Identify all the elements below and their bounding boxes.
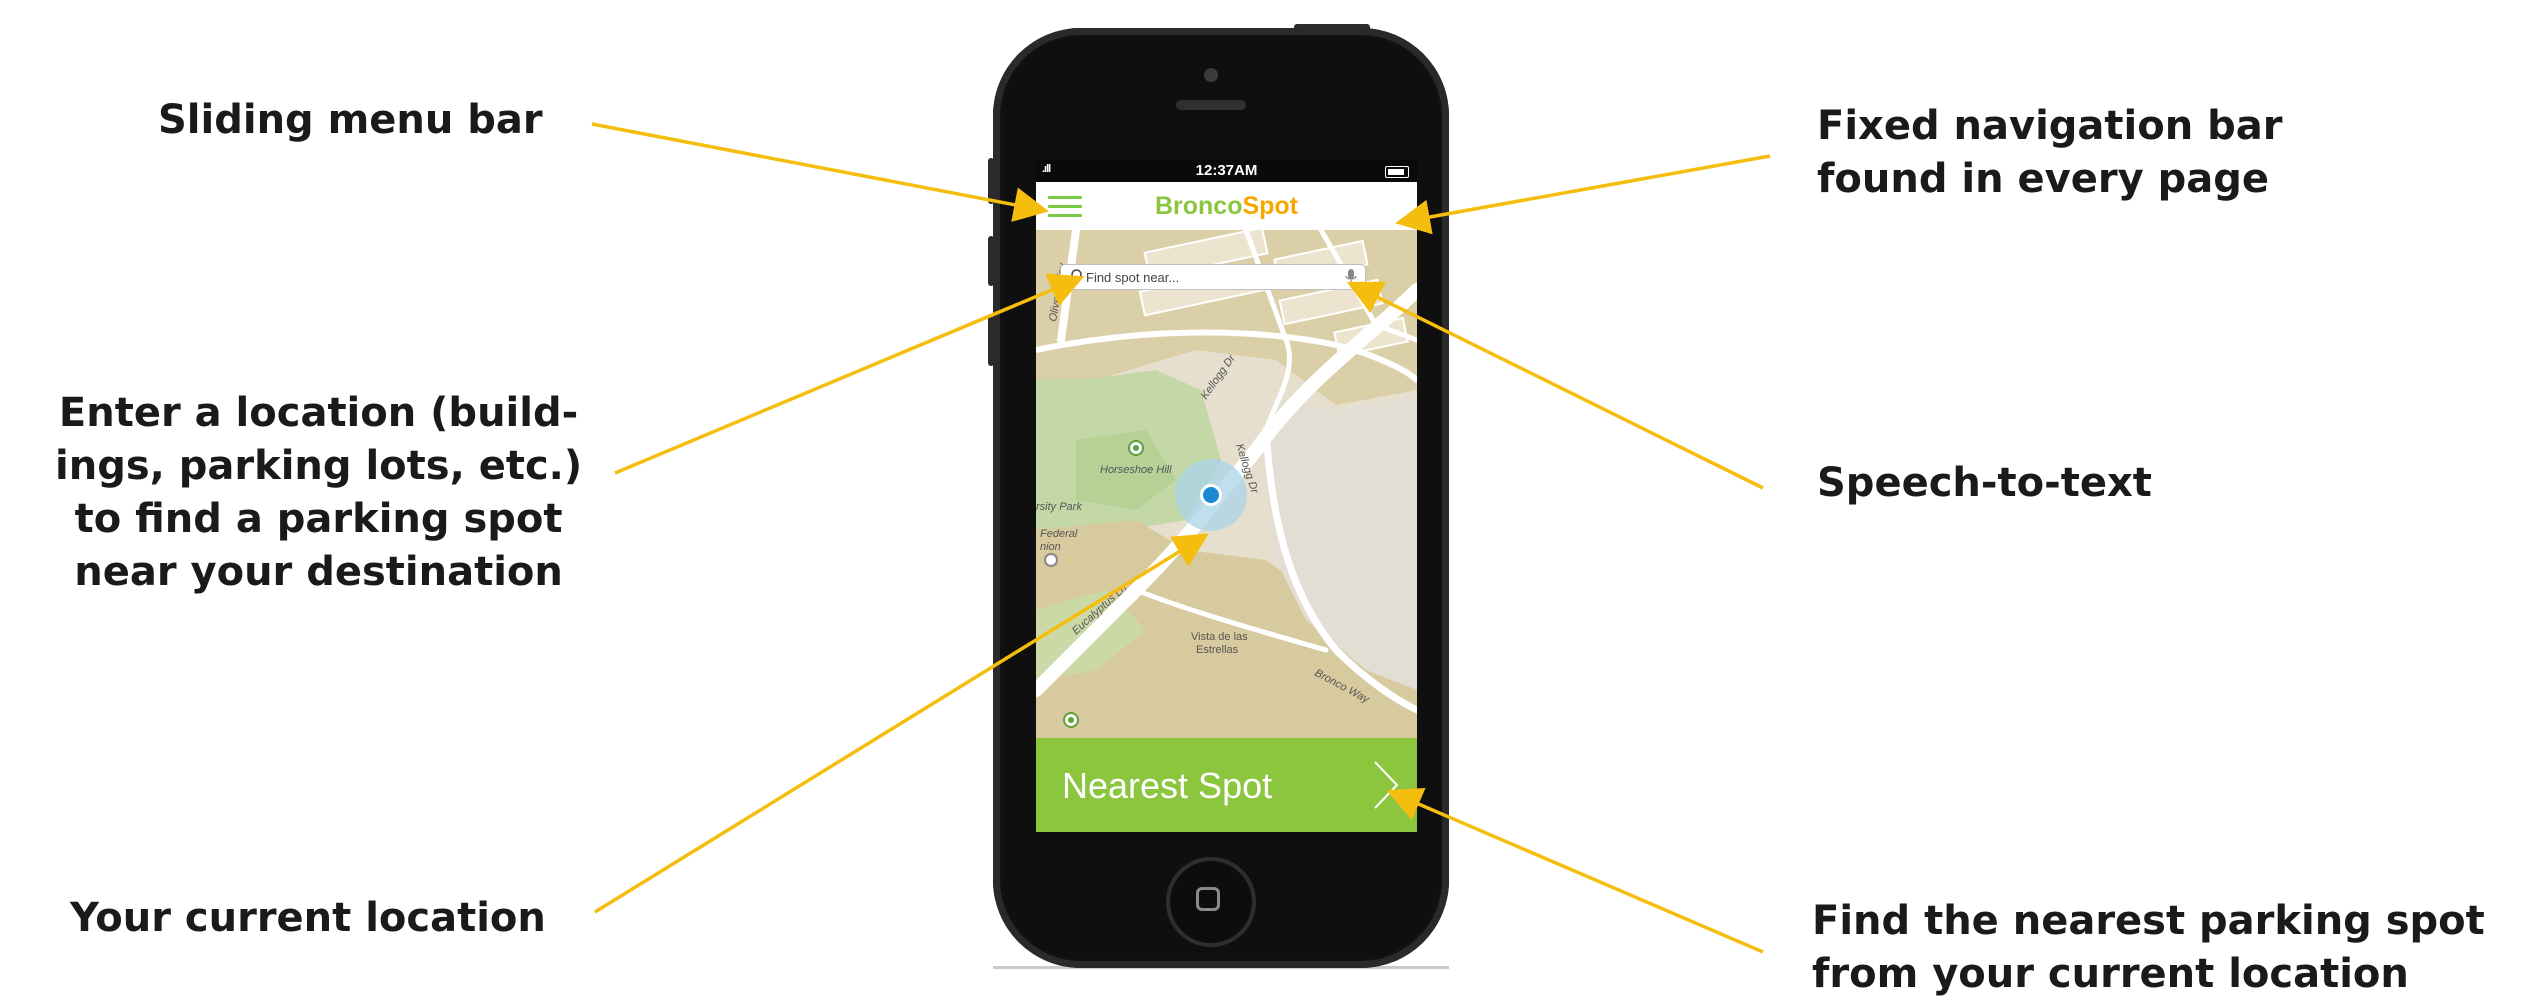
app-screen: .ıll 12:37AM Olive L Way Kellogg Dr Kell… xyxy=(1036,160,1417,832)
camera-icon xyxy=(1204,68,1218,82)
map-canvas[interactable]: Olive L Way Kellogg Dr Kellogg Dr Horses… xyxy=(1036,230,1417,738)
callout-nearest-spot: Find the nearest parking spot from your … xyxy=(1812,898,2485,997)
callout-enter-location: Enter a location (build- ings, parking l… xyxy=(55,390,583,595)
map-label-horseshoe-hill: Horseshoe Hill xyxy=(1100,464,1172,476)
search-icon xyxy=(1068,269,1082,283)
map-label-federal: Federal xyxy=(1040,528,1078,540)
map-label-vista-1: Vista de las xyxy=(1191,631,1248,643)
chevron-right-icon xyxy=(1374,761,1399,809)
app-logo: BroncoSpot xyxy=(1036,192,1417,221)
home-button[interactable] xyxy=(1166,857,1256,947)
map-label-union: nion xyxy=(1040,541,1061,553)
arrow-sliding-menu xyxy=(591,122,1049,222)
status-time: 12:37AM xyxy=(1195,162,1258,179)
map-view[interactable]: Olive L Way Kellogg Dr Kellogg Dr Horses… xyxy=(1036,230,1417,738)
callout-current-location: Your current location xyxy=(70,895,546,941)
map-label-university-park: rsity Park xyxy=(1036,501,1082,513)
callout-nav-bar: Fixed navigation bar found in every page xyxy=(1817,103,2283,202)
search-input[interactable] xyxy=(1086,267,1326,287)
home-square-icon xyxy=(1196,887,1220,911)
logo-bronco: Bronco xyxy=(1154,192,1243,220)
speaker-grille xyxy=(1176,100,1246,110)
battery-icon xyxy=(1385,166,1409,178)
callout-sliding-menu: Sliding menu bar xyxy=(158,97,543,143)
arrow-nav-bar xyxy=(1395,154,1771,235)
map-label-vista-2: Estrellas xyxy=(1196,644,1239,656)
search-bar[interactable] xyxy=(1060,264,1366,290)
microphone-icon[interactable] xyxy=(1345,268,1357,286)
nearest-spot-label: Nearest Spot xyxy=(1062,765,1273,806)
nearest-spot-button[interactable]: Nearest Spot xyxy=(1036,738,1417,832)
status-bar: .ıll 12:37AM xyxy=(1036,160,1417,182)
callout-speech-to-text: Speech-to-text xyxy=(1817,460,2152,506)
navigation-bar: BroncoSpot xyxy=(1036,182,1417,230)
logo-spot: Spot xyxy=(1242,192,1299,220)
